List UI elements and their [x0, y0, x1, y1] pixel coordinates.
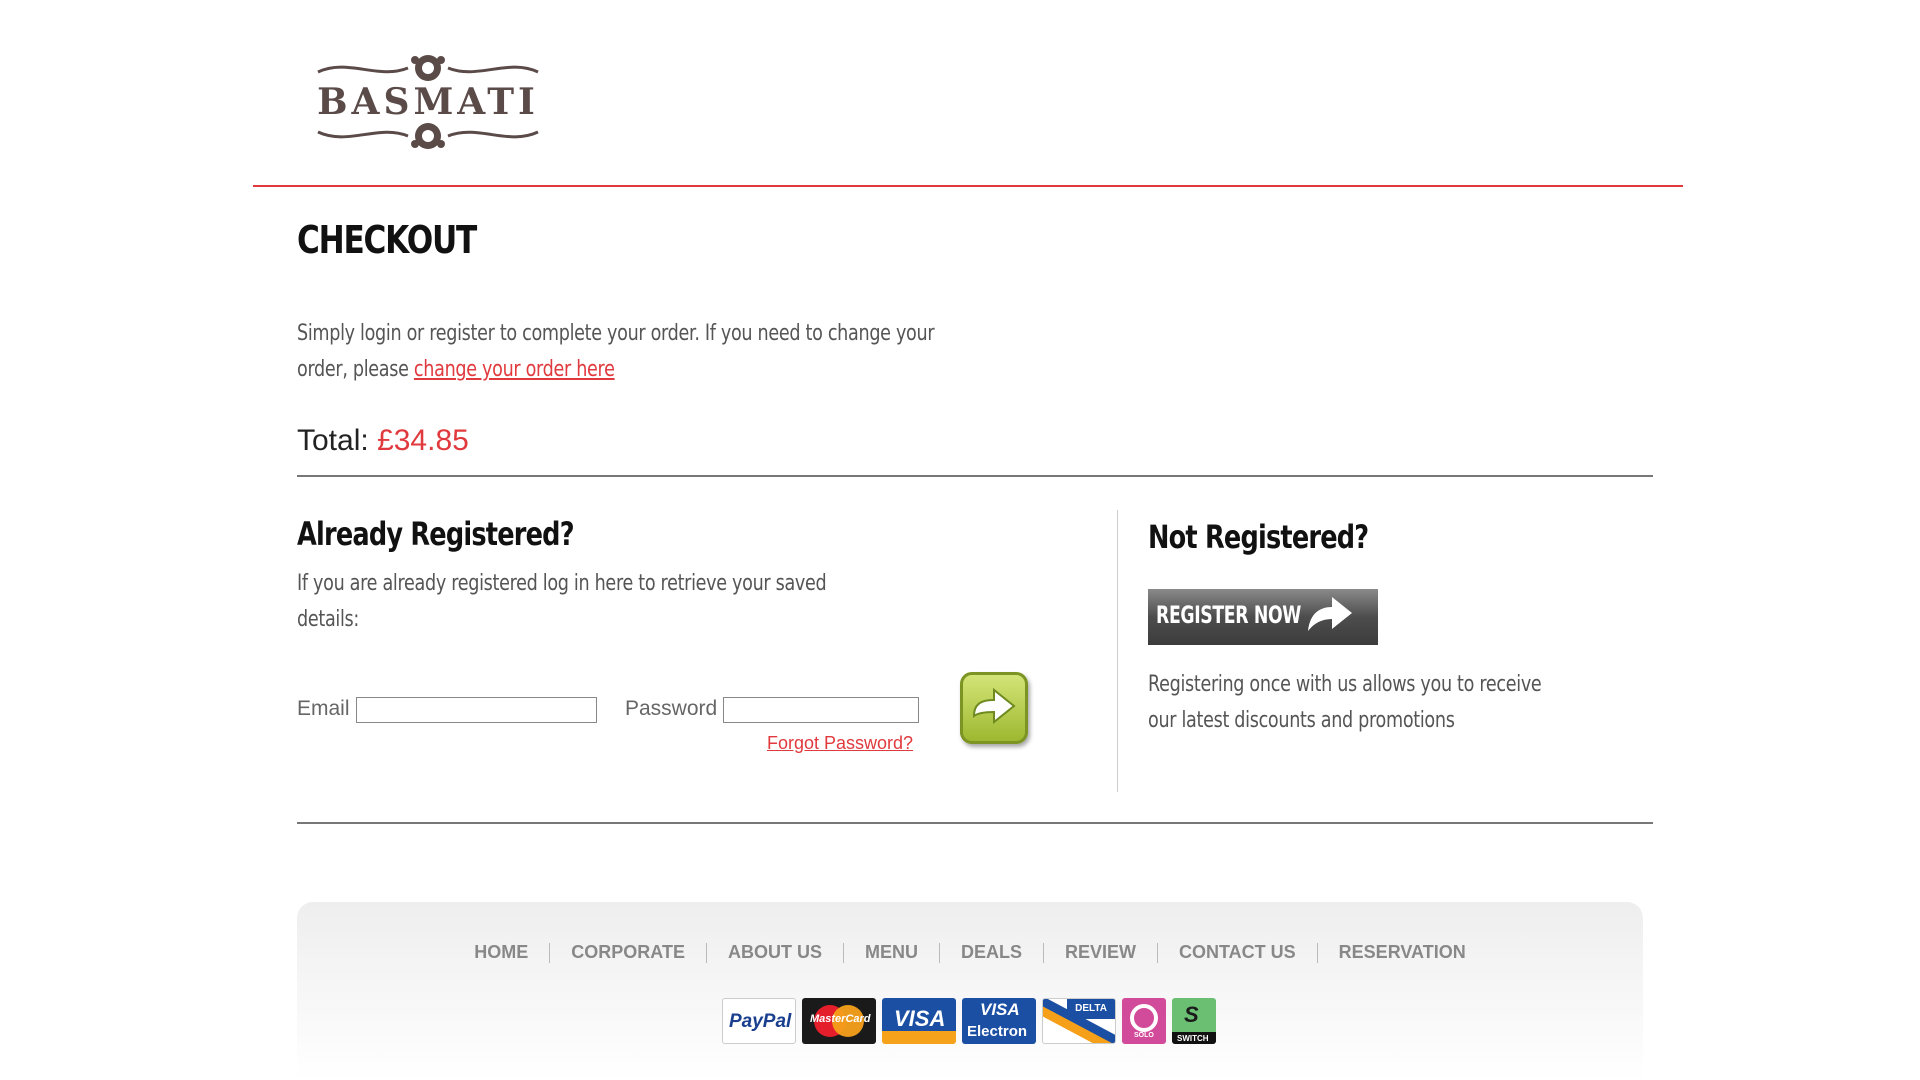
paypal-text: PayPal — [729, 1011, 792, 1032]
footer-nav-deals[interactable]: DEALS — [940, 942, 1043, 963]
curved-arrow-icon — [1308, 597, 1352, 631]
footer-nav-corporate[interactable]: CORPORATE — [550, 942, 706, 963]
already-registered-title: Already Registered? — [297, 515, 575, 553]
visa-electron-bottom-text: Electron — [967, 1023, 1028, 1040]
section-divider-bottom — [297, 822, 1653, 824]
footer: HOME CORPORATE ABOUT US MENU DEALS REVIE… — [297, 902, 1643, 1080]
email-label: Email — [297, 697, 350, 720]
mastercard-logo: MasterCard — [802, 998, 876, 1044]
section-divider-top — [297, 475, 1653, 477]
login-submit-button[interactable] — [960, 672, 1028, 744]
footer-nav-reservation[interactable]: RESERVATION — [1318, 942, 1487, 963]
delta-text: DELTA — [1075, 1003, 1107, 1014]
footer-nav-review[interactable]: REVIEW — [1044, 942, 1157, 963]
footer-nav-contact-us[interactable]: CONTACT US — [1158, 942, 1317, 963]
password-field[interactable] — [723, 697, 919, 723]
visa-electron-top-text: VISA — [980, 1000, 1020, 1019]
visa-logo: VISA — [882, 998, 956, 1044]
register-description: Registering once with us allows you to r… — [1148, 672, 1542, 733]
basmati-logo[interactable]: BASMATI — [308, 50, 548, 154]
switch-logo: S SWITCH — [1172, 998, 1216, 1044]
not-registered-title: Not Registered? — [1148, 518, 1369, 556]
already-registered-description: If you are already registered log in her… — [297, 571, 827, 632]
delta-logo: DELTA — [1042, 998, 1116, 1044]
column-divider — [1117, 510, 1118, 792]
visa-electron-logo: VISA Electron — [962, 998, 1036, 1044]
total-amount: £34.85 — [377, 424, 469, 457]
order-total: Total: £34.85 — [297, 424, 469, 458]
footer-nav: HOME CORPORATE ABOUT US MENU DEALS REVIE… — [297, 942, 1643, 963]
payment-methods: PayPal MasterCard VISA VISA Electron DEL… — [722, 998, 1216, 1044]
switch-text: SWITCH — [1177, 1034, 1209, 1043]
paypal-logo: PayPal — [722, 998, 796, 1044]
checkout-intro: Simply login or register to complete you… — [297, 316, 953, 388]
forgot-password-link[interactable]: Forgot Password? — [767, 733, 913, 754]
visa-text: VISA — [894, 1006, 946, 1031]
footer-nav-menu[interactable]: MENU — [844, 942, 939, 963]
register-now-label: REGISTER NOW — [1156, 601, 1301, 629]
footer-nav-home[interactable]: HOME — [453, 942, 549, 963]
email-field[interactable] — [356, 697, 597, 723]
change-order-link[interactable]: change your order here — [414, 357, 615, 382]
solo-logo: SOLO — [1122, 998, 1166, 1044]
solo-text: SOLO — [1134, 1032, 1154, 1039]
password-label: Password — [625, 697, 718, 720]
page-title: CHECKOUT — [297, 218, 477, 262]
arrow-right-icon — [972, 687, 1016, 725]
mastercard-text: MasterCard — [810, 1013, 871, 1025]
header-divider — [253, 185, 1683, 187]
register-now-button[interactable]: REGISTER NOW — [1148, 589, 1378, 645]
footer-nav-about-us[interactable]: ABOUT US — [707, 942, 843, 963]
logo-text: BASMATI — [317, 81, 539, 123]
intro-text: Simply login or register to complete you… — [297, 321, 935, 382]
total-label: Total: — [297, 424, 369, 457]
